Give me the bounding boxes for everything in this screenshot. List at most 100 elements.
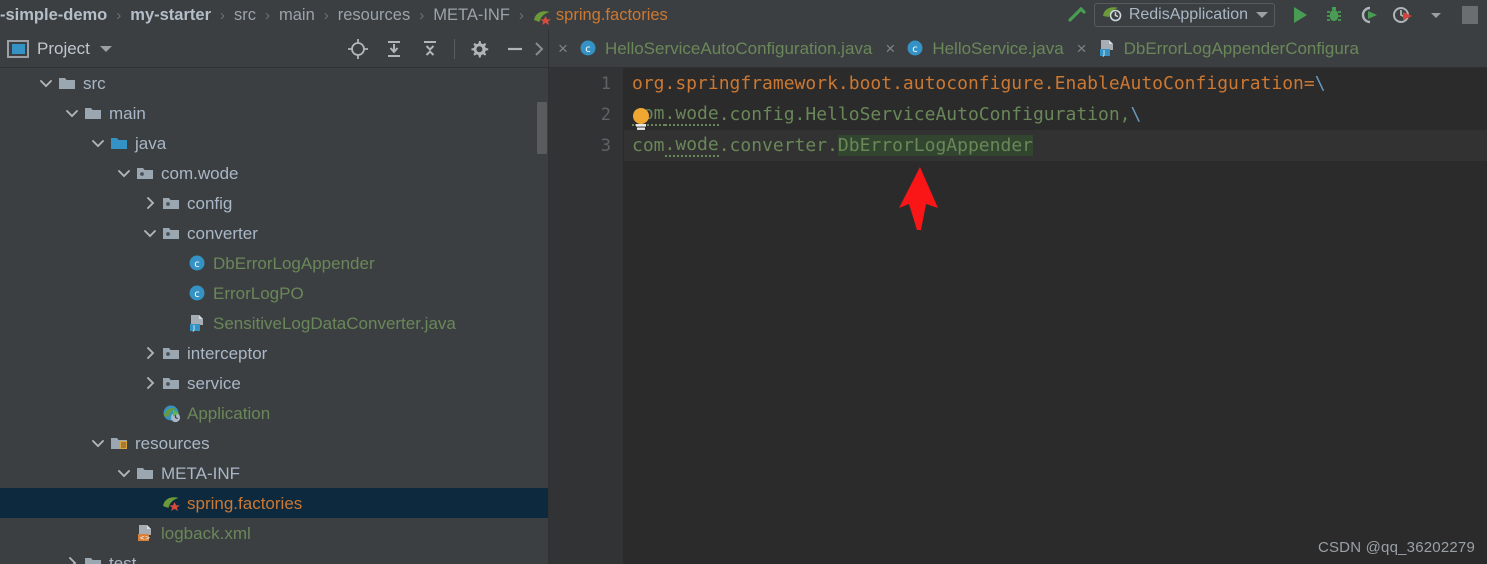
lightbulb-icon[interactable] [629,106,651,132]
breadcrumb-item-0[interactable]: -simple-demo [0,6,107,25]
editor-tab-1[interactable]: c HelloService.java [904,30,1067,67]
gutter-line-number: 1 [600,73,611,94]
editor-gutter[interactable]: 1 2 3 [549,68,623,564]
chevron-right-icon[interactable] [64,555,80,564]
tab-close-icon[interactable]: × [876,40,904,57]
tree-row-converter[interactable]: converter [0,218,548,248]
settings-gear-icon[interactable] [462,34,496,64]
breadcrumb-item-6[interactable]: spring.factories [533,6,668,25]
chevron-down-icon[interactable] [116,165,132,181]
chevron-down-icon[interactable] [1256,12,1268,18]
java-class-icon: c [579,39,599,59]
svg-text:c: c [194,289,200,300]
code-editor[interactable]: 1 2 3 org.springframework.boot.autoconfigu… [549,68,1487,564]
spring-leaf-icon [533,8,551,25]
code-token: com [632,135,665,156]
tree-row-dberrorlogappender[interactable]: c DbErrorLogAppender [0,248,548,278]
breadcrumb-item-5[interactable]: META-INF [433,6,510,25]
package-icon [162,344,180,362]
svg-text:c: c [913,44,919,55]
code-token: DbErrorLogAppender [837,135,1033,156]
breadcrumb-item-label: -simple-demo [0,5,108,24]
tree-row-java[interactable]: java [0,128,548,158]
hammer-icon[interactable] [1060,0,1094,30]
breadcrumb-separator: › [220,6,225,24]
project-tree-scrollbar[interactable] [537,102,547,154]
tree-row-spring-factories[interactable]: spring.factories [0,488,548,518]
source-folder-icon [110,134,128,152]
run-configuration-selector[interactable]: RedisApplication [1093,3,1275,27]
tree-row-application[interactable]: Application [0,398,548,428]
chevron-down-icon[interactable] [64,105,80,121]
chevron-down-icon[interactable] [90,135,106,151]
project-panel-header: Project [0,30,548,68]
project-view-icon [7,39,29,58]
chevron-right-icon[interactable] [142,375,158,391]
locate-target-icon[interactable] [341,34,375,64]
tree-row-label: ErrorLogPO [213,283,304,303]
breadcrumb-separator: › [265,6,270,24]
editor-tab-bar[interactable]: × c HelloServiceAutoConfiguration.java × c He… [549,30,1487,68]
project-panel-title: Project [37,38,90,58]
editor-tab-2[interactable]: J DbErrorLogAppenderConfigura [1096,30,1363,67]
tab-close-icon[interactable]: × [1068,40,1096,57]
run-play-icon[interactable] [1283,0,1317,30]
code-token: .wode [664,103,719,126]
code-line-1[interactable]: org.springframework.boot.autoconfigure.E… [624,68,1487,99]
breadcrumb-item-3[interactable]: main [279,6,315,25]
run-with-coverage-icon[interactable] [1351,0,1385,30]
chevron-down-icon[interactable] [116,465,132,481]
tree-row-errorlogpo[interactable]: c ErrorLogPO [0,278,548,308]
chevron-down-icon[interactable] [38,75,54,91]
idea-window: -simple-demo › my-starter › src › main › resourc… [0,0,1487,564]
hide-minimize-icon[interactable] [498,34,532,64]
tab-close-icon[interactable]: × [549,40,577,57]
tree-row-src[interactable]: src [0,68,548,98]
tree-row-label: logback.xml [161,523,251,543]
gutter-line-number: 2 [600,104,611,125]
tree-row-sensitivelogdataconverter-java[interactable]: J SensitiveLogDataConverter.java [0,308,548,338]
chevron-right-icon[interactable] [142,195,158,211]
editor-tab-0[interactable]: c HelloServiceAutoConfiguration.java [577,30,876,67]
tree-row-config[interactable]: config [0,188,548,218]
tree-row-service[interactable]: service [0,368,548,398]
chevron-down-icon[interactable] [99,45,112,52]
code-token: .wode [664,134,719,157]
breadcrumb-item-1[interactable]: my-starter [130,6,211,25]
chevron-down-icon[interactable] [1419,0,1453,30]
tree-row-test[interactable]: test [0,548,548,564]
tree-row-label: test [109,553,137,564]
code-line-3[interactable]: com .wode .converter. DbErrorLogAppender [624,130,1487,161]
chevron-down-icon[interactable] [142,225,158,241]
code-content[interactable]: org.springframework.boot.autoconfigure.E… [624,68,1487,564]
tree-row-main[interactable]: main [0,98,548,128]
expand-all-icon[interactable] [377,34,411,64]
tree-row-com-wode[interactable]: com.wode [0,158,548,188]
run-toolbar: RedisApplication [1060,0,1487,30]
breadcrumb-item-4[interactable]: resources [338,6,410,25]
spring-leaf-icon [162,494,180,512]
code-line-2[interactable]: com.wode.config.HelloServiceAutoConfigur… [624,99,1487,130]
stop-square-icon[interactable] [1453,0,1487,30]
profiler-icon[interactable] [1385,0,1419,30]
chevron-right-icon[interactable] [534,34,544,64]
debug-bug-icon[interactable] [1317,0,1351,30]
breadcrumb-item-2[interactable]: src [234,6,256,25]
tree-row-label: java [135,133,167,153]
breadcrumb-item-label: src [234,5,256,24]
project-tree[interactable]: src main java com.wode config converter c DbErr… [0,68,548,564]
chevron-down-icon[interactable] [90,435,106,451]
chevron-right-icon[interactable] [142,345,158,361]
breadcrumb: -simple-demo › my-starter › src › main › resourc… [0,0,668,30]
collapse-all-icon[interactable] [413,34,447,64]
breadcrumb-item-label: META-INF [433,5,510,24]
tree-row-meta-inf[interactable]: META-INF [0,458,548,488]
svg-text:J: J [192,324,195,332]
tree-row-resources[interactable]: resources [0,428,548,458]
project-tree-panel[interactable]: src main java com.wode config converter c DbErr… [0,68,548,564]
tree-row-interceptor[interactable]: interceptor [0,338,548,368]
tree-row-logback-xml[interactable]: <> logback.xml [0,518,548,548]
